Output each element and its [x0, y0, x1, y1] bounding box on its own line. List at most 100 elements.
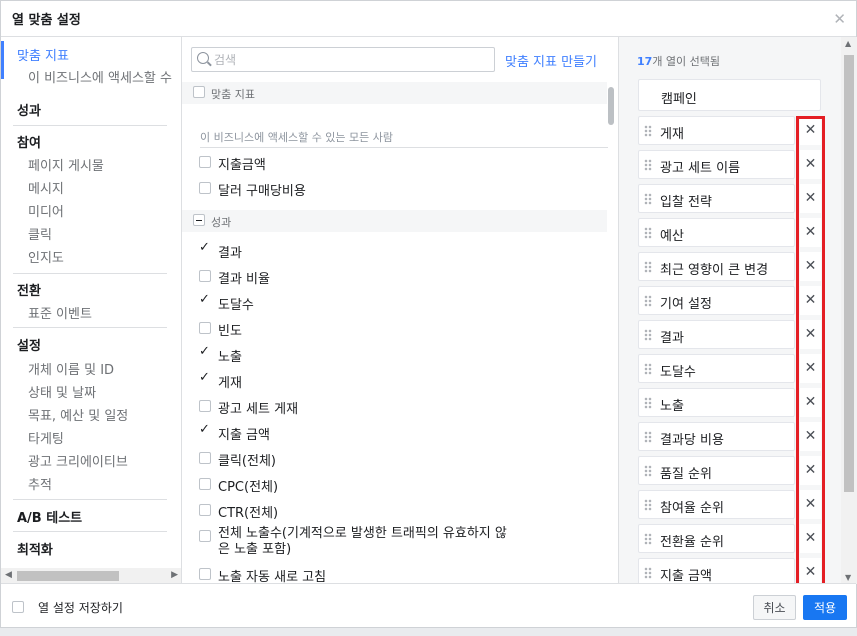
checkmark-icon[interactable]: ✓ — [199, 422, 210, 437]
metric-item[interactable]: 광고 세트 게재 — [199, 396, 599, 417]
drag-handle-icon[interactable] — [644, 125, 652, 137]
sidebar-subitem[interactable]: 이 비즈니스에 액세스할 수 — [28, 67, 172, 86]
metric-item[interactable]: ✓ 결과 — [199, 240, 599, 261]
drag-handle-icon[interactable] — [644, 533, 652, 545]
selected-column[interactable]: 예산 — [638, 218, 795, 247]
sidebar-item-conversion[interactable]: 전환 — [17, 280, 41, 299]
selected-column[interactable]: 품질 순위 — [638, 456, 795, 485]
metric-item[interactable]: CTR(전체) — [199, 500, 599, 521]
sidebar-subitem[interactable]: 미디어 — [28, 201, 64, 220]
selected-column[interactable]: 광고 세트 이름 — [638, 150, 795, 179]
selected-column[interactable]: 노출 — [638, 388, 795, 417]
scrollbar-thumb[interactable] — [17, 571, 119, 581]
metric-checkbox[interactable] — [199, 568, 211, 580]
drag-handle-icon[interactable] — [644, 159, 652, 171]
close-icon[interactable]: ✕ — [833, 10, 846, 28]
sidebar-subitem[interactable]: 페이지 게시물 — [28, 155, 104, 174]
metric-item[interactable]: 지출금액 — [199, 152, 599, 173]
sidebar-subitem[interactable]: 인지도 — [28, 247, 64, 266]
scrollbar-thumb[interactable] — [844, 55, 854, 492]
group-checkbox-partial[interactable] — [193, 214, 205, 226]
metric-item[interactable]: 결과 비율 — [199, 266, 599, 287]
save-settings-label[interactable]: 열 설정 저장하기 — [38, 599, 123, 616]
selected-column[interactable]: 참여율 순위 — [638, 490, 795, 519]
scroll-up-icon[interactable]: ▲ — [845, 39, 851, 48]
metric-checkbox[interactable] — [199, 478, 211, 490]
remove-column-icon[interactable]: ✕ — [800, 150, 821, 179]
metric-item[interactable]: ✓ 노출 — [199, 344, 599, 365]
search-input[interactable] — [214, 51, 484, 68]
metric-checkbox[interactable] — [199, 400, 211, 412]
metric-item[interactable]: 전체 노출수(기계적으로 발생한 트래픽의 유효하지 않은 노출 포함) — [199, 526, 599, 560]
checkmark-icon[interactable]: ✓ — [199, 370, 210, 385]
create-custom-metric-link[interactable]: 맞춤 지표 만들기 — [505, 51, 597, 70]
scroll-down-icon[interactable]: ▼ — [845, 573, 851, 582]
sidebar-subitem[interactable]: 상태 및 날짜 — [28, 382, 96, 401]
checkmark-icon[interactable]: ✓ — [199, 240, 210, 255]
remove-column-icon[interactable]: ✕ — [800, 558, 821, 584]
checkmark-icon[interactable]: ✓ — [199, 344, 210, 359]
search-box[interactable] — [191, 47, 495, 72]
selected-column[interactable]: 결과당 비용 — [638, 422, 795, 451]
remove-column-icon[interactable]: ✕ — [800, 388, 821, 417]
drag-handle-icon[interactable] — [644, 227, 652, 239]
sidebar-subitem[interactable]: 메시지 — [28, 178, 64, 197]
scroll-right-icon[interactable]: ▶ — [171, 570, 178, 580]
selected-column[interactable]: 입찰 전략 — [638, 184, 795, 213]
drag-handle-icon[interactable] — [644, 499, 652, 511]
vertical-scrollbar[interactable] — [608, 87, 614, 125]
metric-item[interactable]: ✓ 게재 — [199, 370, 599, 391]
selected-column[interactable]: 최근 영향이 큰 변경 — [638, 252, 795, 281]
selected-column[interactable]: 지출 금액 — [638, 558, 795, 584]
metric-item[interactable]: 빈도 — [199, 318, 599, 339]
drag-handle-icon[interactable] — [644, 329, 652, 341]
sidebar-subitem[interactable]: 목표, 예산 및 일정 — [28, 405, 128, 424]
metric-item[interactable]: 노출 자동 새로 고침 — [199, 564, 599, 584]
sidebar-subitem[interactable]: 추적 — [28, 474, 52, 493]
sidebar-item-settings[interactable]: 설정 — [17, 335, 41, 354]
remove-column-icon[interactable]: ✕ — [800, 286, 821, 315]
save-settings-checkbox[interactable] — [12, 601, 24, 613]
vertical-scrollbar[interactable]: ▲ ▼ — [841, 37, 857, 584]
sidebar-item-custom-metrics[interactable]: 맞춤 지표 — [17, 45, 69, 64]
sidebar-item-ab-test[interactable]: A/B 테스트 — [17, 507, 82, 526]
drag-handle-icon[interactable] — [644, 567, 652, 579]
metric-checkbox[interactable] — [199, 182, 211, 194]
drag-handle-icon[interactable] — [644, 193, 652, 205]
selected-column[interactable]: 결과 — [638, 320, 795, 349]
sidebar-subitem[interactable]: 광고 크리에이티브 — [28, 451, 128, 470]
remove-column-icon[interactable]: ✕ — [800, 490, 821, 519]
drag-handle-icon[interactable] — [644, 465, 652, 477]
sidebar-subitem[interactable]: 표준 이벤트 — [28, 303, 92, 322]
scroll-left-icon[interactable]: ◀ — [5, 570, 12, 580]
remove-column-icon[interactable]: ✕ — [800, 320, 821, 349]
selected-column[interactable]: 게재 — [638, 116, 795, 145]
remove-column-icon[interactable]: ✕ — [800, 354, 821, 383]
selected-column[interactable]: 전환율 순위 — [638, 524, 795, 553]
sidebar-item-performance[interactable]: 성과 — [17, 100, 41, 119]
metric-checkbox[interactable] — [199, 156, 211, 168]
metric-item[interactable]: ✓ 도달수 — [199, 292, 599, 313]
remove-column-icon[interactable]: ✕ — [800, 184, 821, 213]
remove-column-icon[interactable]: ✕ — [800, 218, 821, 247]
drag-handle-icon[interactable] — [644, 295, 652, 307]
drag-handle-icon[interactable] — [644, 431, 652, 443]
sidebar-item-optimization[interactable]: 최적화 — [17, 539, 53, 558]
metric-item[interactable]: CPC(전체) — [199, 474, 599, 495]
checkmark-icon[interactable]: ✓ — [199, 292, 210, 307]
remove-column-icon[interactable]: ✕ — [800, 524, 821, 553]
metric-checkbox[interactable] — [199, 530, 211, 542]
drag-handle-icon[interactable] — [644, 363, 652, 375]
metric-checkbox[interactable] — [199, 270, 211, 282]
remove-column-icon[interactable]: ✕ — [800, 456, 821, 485]
horizontal-scrollbar[interactable]: ◀ ▶ — [1, 568, 181, 584]
group-header-performance[interactable]: 성과 — [182, 210, 607, 232]
group-checkbox[interactable] — [193, 86, 205, 98]
sidebar-subitem[interactable]: 개체 이름 및 ID — [28, 359, 114, 378]
remove-column-icon[interactable]: ✕ — [800, 252, 821, 281]
drag-handle-icon[interactable] — [644, 397, 652, 409]
sidebar-item-engagement[interactable]: 참여 — [17, 132, 41, 151]
sidebar-subitem[interactable]: 타게팅 — [28, 428, 64, 447]
group-header-custom-metrics[interactable]: 맞춤 지표 — [182, 82, 607, 104]
metric-checkbox[interactable] — [199, 322, 211, 334]
